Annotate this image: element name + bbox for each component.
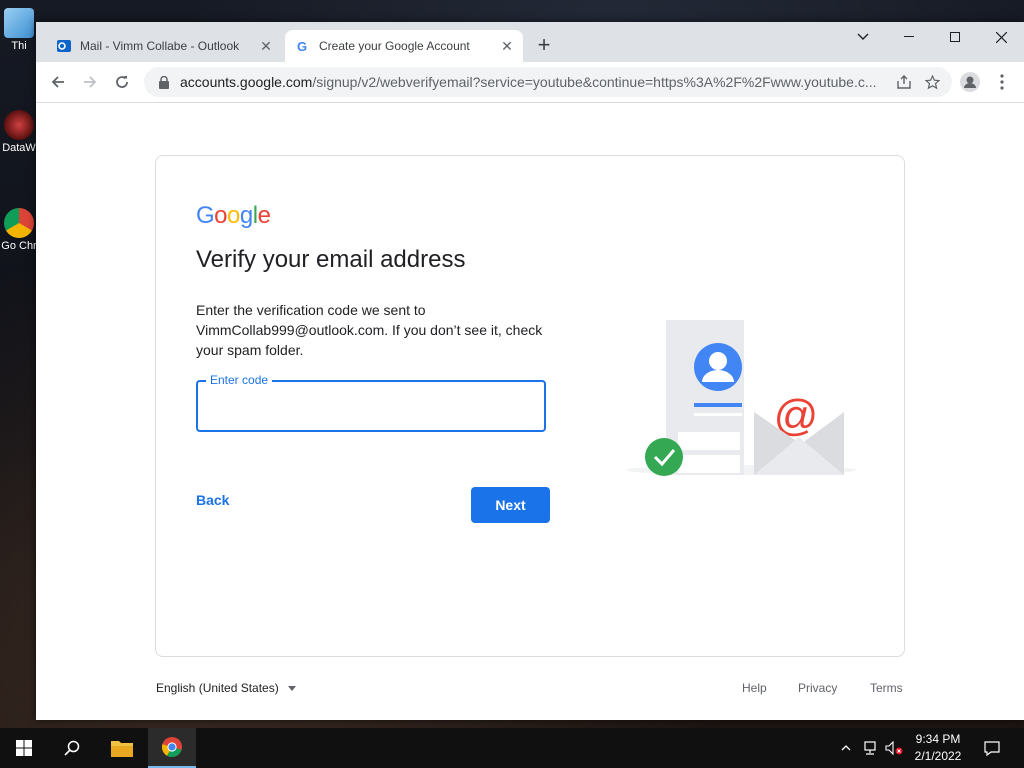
caret-down-icon (288, 686, 297, 692)
tab-search-button[interactable] (840, 22, 886, 52)
reload-icon (116, 76, 128, 88)
minimize-button[interactable] (886, 22, 932, 52)
minimize-icon (904, 36, 914, 37)
logo-letter: o (214, 202, 228, 229)
lock-icon (156, 75, 172, 89)
chrome-icon (161, 737, 182, 758)
address-bar[interactable]: accounts.google.com/signup/v2/webverifye… (144, 67, 952, 97)
reload-button[interactable] (108, 68, 136, 96)
taskbar: 9:34 PM 2/1/2022 (0, 728, 1024, 768)
search-icon (64, 740, 80, 756)
notifications-button[interactable] (980, 728, 1004, 768)
more-vert-icon (1000, 74, 1004, 90)
svg-text:G: G (297, 39, 307, 54)
arrow-left-icon (51, 76, 64, 88)
arrow-right-icon (84, 76, 97, 88)
back-nav-button[interactable] (44, 68, 72, 96)
desktop-icon-this-pc[interactable]: Thi (0, 8, 38, 52)
url-text: accounts.google.com/signup/v2/webverifye… (180, 74, 890, 90)
tab-title: Create your Google Account (319, 39, 470, 53)
page-title: Verify your email address (196, 246, 466, 273)
back-button[interactable]: Back (196, 492, 229, 508)
logo-letter: g (239, 202, 253, 229)
help-link[interactable]: Help (742, 681, 767, 695)
maximize-icon (950, 32, 960, 42)
start-button[interactable] (0, 728, 48, 768)
notification-icon (984, 740, 1000, 756)
chevron-up-icon (841, 745, 851, 751)
desktop-icon-chrome[interactable]: Go Chr (0, 208, 38, 252)
chrome-icon (4, 208, 34, 238)
tab-strip: Mail - Vimm Collabe - Outlook ✕ G Create… (36, 22, 1024, 62)
url-path: /signup/v2/webverifyemail?service=youtub… (312, 74, 877, 90)
browser-toolbar: accounts.google.com/signup/v2/webverifye… (36, 62, 1024, 103)
network-button[interactable] (860, 728, 880, 768)
page-viewport: Google Verify your email address Enter t… (36, 103, 1024, 720)
browser-window: Mail - Vimm Collabe - Outlook ✕ G Create… (36, 22, 1024, 720)
clock-time: 9:34 PM (915, 732, 961, 746)
profile-button[interactable] (956, 68, 984, 96)
forward-nav-button[interactable] (76, 68, 104, 96)
desktop-icon-dataw[interactable]: DataW (0, 110, 38, 154)
avatar-icon (960, 72, 980, 92)
verify-card: Google Verify your email address Enter t… (155, 155, 905, 657)
file-explorer-button[interactable] (98, 728, 146, 768)
logo-letter: G (196, 202, 215, 229)
folder-icon (111, 741, 133, 757)
terms-link[interactable]: Terms (870, 681, 903, 695)
close-icon[interactable]: ✕ (256, 36, 276, 56)
email-verification-illustration: @ (626, 320, 856, 476)
outlook-icon (56, 38, 72, 54)
desktop-icon-label: DataW (2, 142, 36, 154)
close-icon[interactable]: ✕ (497, 36, 517, 56)
search-button[interactable] (48, 728, 96, 768)
clock[interactable]: 9:34 PM 2/1/2022 (900, 731, 976, 765)
menu-button[interactable] (988, 68, 1016, 96)
logo-letter: e (257, 202, 271, 229)
privacy-link[interactable]: Privacy (798, 681, 837, 695)
clock-date: 2/1/2022 (914, 749, 962, 763)
share-button[interactable] (890, 68, 918, 96)
code-field-label: Enter code (206, 373, 273, 387)
code-field[interactable]: Enter code (196, 373, 546, 432)
app-icon (4, 110, 34, 140)
google-logo: Google (196, 202, 271, 230)
tab-outlook[interactable]: Mail - Vimm Collabe - Outlook ✕ (46, 30, 282, 62)
google-icon: G (295, 38, 311, 54)
windows-icon (16, 740, 32, 756)
close-window-button[interactable] (978, 22, 1024, 52)
url-host: accounts.google.com (180, 74, 313, 90)
share-icon (897, 75, 911, 89)
network-icon (864, 741, 876, 755)
instructions-text: Enter the verification code we sent to V… (196, 302, 543, 358)
close-icon (995, 31, 1007, 43)
chrome-taskbar-button[interactable] (148, 728, 196, 768)
new-tab-button[interactable]: + (532, 34, 556, 58)
language-selector[interactable]: English (United States) (156, 681, 297, 695)
next-button[interactable]: Next (471, 487, 550, 523)
chevron-down-icon (857, 33, 869, 40)
maximize-button[interactable] (932, 22, 978, 52)
star-icon (924, 74, 940, 89)
tray-overflow-button[interactable] (838, 728, 854, 768)
logo-letter: o (227, 202, 240, 229)
computer-icon (4, 8, 34, 38)
language-label: English (United States) (156, 681, 279, 695)
desktop-icon-label: Thi (11, 40, 27, 52)
desktop-icon-label: Go Chr (1, 240, 37, 252)
bookmark-button[interactable] (918, 68, 946, 96)
code-input[interactable] (210, 394, 534, 420)
tab-google-account[interactable]: G Create your Google Account ✕ (285, 30, 523, 62)
tab-title: Mail - Vimm Collabe - Outlook (80, 39, 240, 53)
